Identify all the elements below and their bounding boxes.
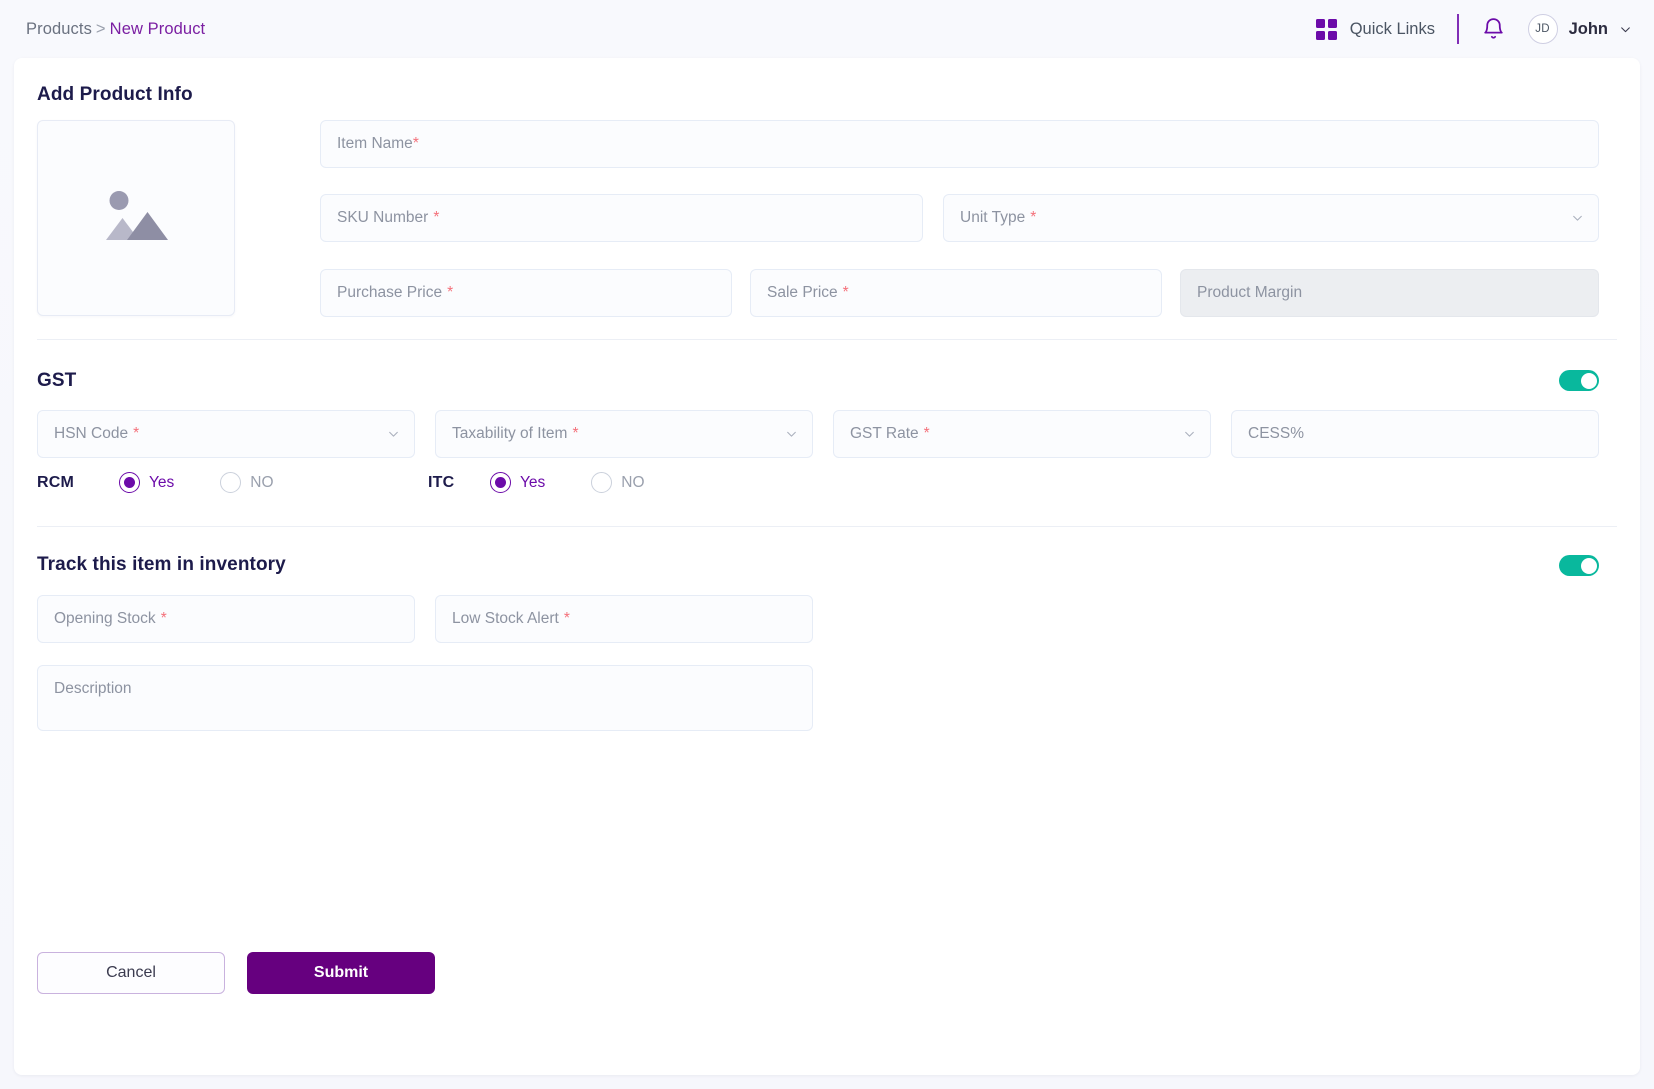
purchase-price-input[interactable]: Purchase Price * <box>320 269 732 317</box>
low-stock-alert-input[interactable]: Low Stock Alert * <box>435 595 813 643</box>
breadcrumb: Products > New Product <box>26 20 205 39</box>
submit-button[interactable]: Submit <box>247 952 435 994</box>
required-asterisk: * <box>923 425 930 442</box>
itc-option-no[interactable]: NO <box>591 472 645 493</box>
quick-links-label: Quick Links <box>1349 19 1435 38</box>
product-image-upload[interactable] <box>37 120 235 316</box>
cess-percent-input[interactable]: CESS% <box>1231 410 1599 458</box>
sku-number-placeholder: SKU Number <box>337 209 429 226</box>
radio-icon <box>591 472 613 493</box>
gst-toggle[interactable] <box>1559 370 1599 391</box>
gst-heading: GST <box>37 370 77 391</box>
cancel-button[interactable]: Cancel <box>37 952 225 994</box>
avatar[interactable]: JD <box>1527 14 1558 44</box>
chevron-down-icon <box>1571 212 1584 225</box>
required-asterisk: * <box>563 610 570 627</box>
gst-rate-select[interactable]: GST Rate * <box>833 410 1211 458</box>
rcm-no-label: NO <box>250 473 274 491</box>
sale-price-placeholder: Sale Price <box>767 284 838 301</box>
divider <box>37 526 1617 527</box>
unit-type-placeholder: Unit Type <box>960 209 1026 226</box>
divider <box>37 339 1617 340</box>
rcm-yes-label: Yes <box>149 473 175 491</box>
itc-radio-group: ITC Yes NO <box>428 472 645 493</box>
quick-links-button[interactable]: Quick Links <box>1315 18 1435 40</box>
rcm-option-yes[interactable]: Yes <box>119 472 174 493</box>
chevron-down-icon <box>785 428 798 441</box>
required-asterisk: * <box>433 209 440 226</box>
itc-yes-label: Yes <box>520 473 546 491</box>
taxability-placeholder: Taxability of Item <box>452 425 568 442</box>
required-asterisk: * <box>133 425 140 442</box>
itc-option-yes[interactable]: Yes <box>490 472 545 493</box>
rcm-option-no[interactable]: NO <box>220 472 274 493</box>
sku-number-input[interactable]: SKU Number * <box>320 194 923 242</box>
rcm-label: RCM <box>37 473 75 491</box>
breadcrumb-current: New Product <box>109 19 206 38</box>
chevron-down-icon <box>387 428 400 441</box>
itc-label: ITC <box>428 473 455 491</box>
purchase-price-placeholder: Purchase Price <box>337 284 443 301</box>
cess-placeholder: CESS% <box>1248 425 1304 442</box>
required-asterisk: * <box>1030 209 1037 226</box>
radio-icon <box>490 472 511 493</box>
itc-no-label: NO <box>621 473 645 491</box>
top-bar-right: Quick Links JD John <box>1315 14 1632 44</box>
opening-stock-placeholder: Opening Stock <box>54 610 156 627</box>
form-card: Add Product Info Item Name * SKU Number * … <box>14 58 1640 1075</box>
required-asterisk: * <box>412 135 419 152</box>
description-placeholder: Description <box>54 680 132 697</box>
chevron-down-icon <box>1183 428 1196 441</box>
page-root: Products > New Product Quick Links JD John <box>0 0 1654 1089</box>
chevron-down-icon[interactable] <box>1619 23 1632 36</box>
radio-icon <box>220 472 242 493</box>
item-name-placeholder: Item Name <box>337 135 413 152</box>
radio-icon <box>119 472 140 493</box>
grid-icon <box>1315 18 1337 40</box>
inventory-heading: Track this item in inventory <box>37 554 286 575</box>
gst-rate-placeholder: GST Rate <box>850 425 919 442</box>
sale-price-input[interactable]: Sale Price * <box>750 269 1162 317</box>
opening-stock-input[interactable]: Opening Stock * <box>37 595 415 643</box>
inventory-toggle[interactable] <box>1559 555 1599 576</box>
top-bar: Products > New Product Quick Links JD John <box>0 0 1654 58</box>
unit-type-select[interactable]: Unit Type * <box>943 194 1599 242</box>
required-asterisk: * <box>572 425 579 442</box>
low-stock-alert-placeholder: Low Stock Alert <box>452 610 559 627</box>
rcm-radio-group: RCM Yes NO <box>37 472 274 493</box>
description-textarea[interactable]: Description <box>37 665 813 731</box>
hsn-code-placeholder: HSN Code <box>54 425 129 442</box>
taxability-of-item-select[interactable]: Taxability of Item * <box>435 410 813 458</box>
breadcrumb-root[interactable]: Products <box>26 20 92 38</box>
breadcrumb-separator: > <box>95 19 106 38</box>
page-title: Add Product Info <box>37 84 193 105</box>
required-asterisk: * <box>160 610 167 627</box>
divider <box>1456 14 1459 44</box>
product-margin-input: Product Margin <box>1180 269 1599 317</box>
item-name-input[interactable]: Item Name * <box>320 120 1599 168</box>
image-placeholder-icon <box>90 180 182 257</box>
bell-icon[interactable] <box>1481 16 1506 42</box>
product-margin-placeholder: Product Margin <box>1197 284 1303 301</box>
hsn-code-select[interactable]: HSN Code * <box>37 410 415 458</box>
required-asterisk: * <box>447 284 454 301</box>
required-asterisk: * <box>842 284 849 301</box>
username-label: John <box>1568 19 1608 38</box>
